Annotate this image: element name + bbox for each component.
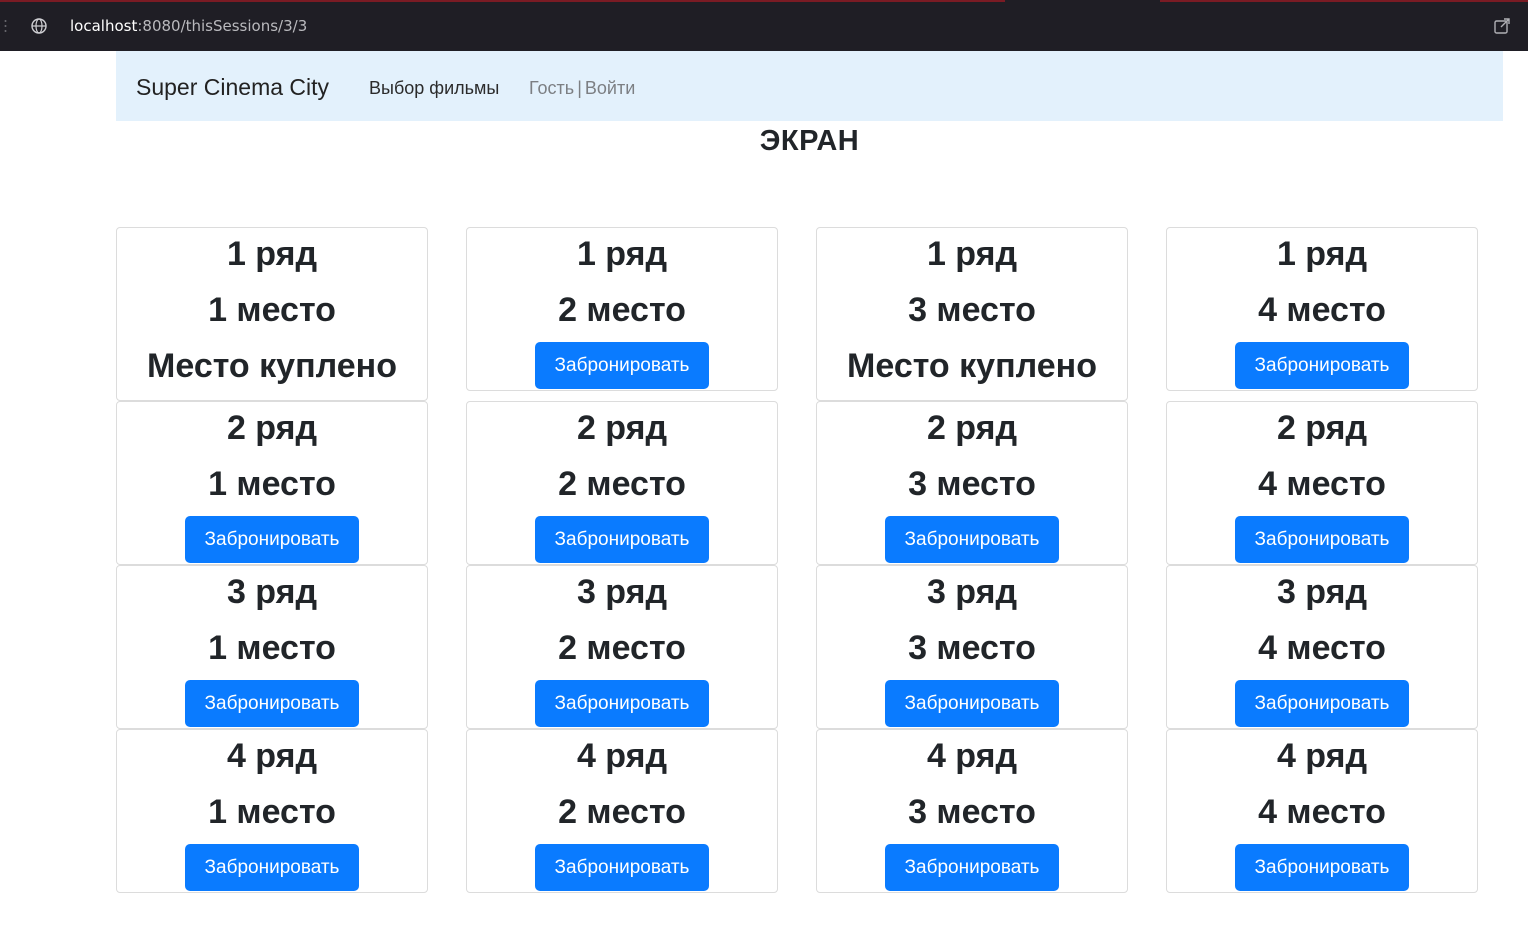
seat-sold-label: Место куплено bbox=[147, 347, 397, 385]
seat-card: 2 ряд 3 место Забронировать bbox=[816, 401, 1128, 565]
book-button[interactable]: Забронировать bbox=[535, 680, 709, 727]
seat-card: 2 ряд 2 место Забронировать bbox=[466, 401, 778, 565]
seat-card: 4 ряд 1 место Забронировать bbox=[116, 729, 428, 893]
seat-card: 3 ряд 1 место Забронировать bbox=[116, 565, 428, 729]
row-label: 1 ряд bbox=[226, 235, 318, 273]
seat-label: 3 место bbox=[908, 291, 1036, 329]
book-button[interactable]: Забронировать bbox=[185, 516, 359, 563]
row-label: 3 ряд bbox=[226, 573, 318, 611]
seat-sold-label: Место куплено bbox=[847, 347, 1097, 385]
seat-card: 1 ряд 3 место Место куплено bbox=[816, 227, 1128, 401]
row-label: 4 ряд bbox=[226, 737, 318, 775]
seat-label: 3 место bbox=[908, 629, 1036, 667]
seat-label: 3 место bbox=[908, 465, 1036, 503]
row-label: 3 ряд bbox=[1276, 573, 1368, 611]
navbar: Super Cinema City Выбор фильмы Гость | Вой… bbox=[116, 51, 1503, 121]
seat-label: 1 место bbox=[208, 291, 336, 329]
row-label: 4 ряд bbox=[576, 737, 668, 775]
tab-accent-line bbox=[0, 0, 1005, 2]
browser-address-bar: localhost:8080/thisSessions/3/3 bbox=[0, 0, 1528, 51]
seat-label: 1 место bbox=[208, 465, 336, 503]
globe-icon[interactable] bbox=[30, 17, 48, 35]
row-label: 1 ряд bbox=[1276, 235, 1368, 273]
address-url[interactable]: localhost:8080/thisSessions/3/3 bbox=[70, 16, 307, 36]
seat-label: 2 место bbox=[558, 465, 686, 503]
seat-label: 4 место bbox=[1258, 793, 1386, 831]
login-link[interactable]: Войти bbox=[585, 78, 635, 98]
row-label: 2 ряд bbox=[226, 409, 318, 447]
book-button[interactable]: Забронировать bbox=[535, 342, 709, 389]
row-label: 4 ряд bbox=[1276, 737, 1368, 775]
row-label: 4 ряд bbox=[926, 737, 1018, 775]
seat-label: 3 место bbox=[908, 793, 1036, 831]
book-button[interactable]: Забронировать bbox=[535, 516, 709, 563]
book-button[interactable]: Забронировать bbox=[885, 680, 1059, 727]
seat-card: 4 ряд 2 место Забронировать bbox=[466, 729, 778, 893]
url-path: :8080/thisSessions/3/3 bbox=[137, 17, 308, 35]
book-button[interactable]: Забронировать bbox=[885, 516, 1059, 563]
seat-label: 2 место bbox=[558, 793, 686, 831]
brand-link[interactable]: Super Cinema City bbox=[136, 73, 329, 101]
book-button[interactable]: Забронировать bbox=[1235, 342, 1409, 389]
drag-handle-icon[interactable] bbox=[4, 17, 7, 35]
row-label: 2 ряд bbox=[576, 409, 668, 447]
book-button[interactable]: Забронировать bbox=[535, 844, 709, 891]
book-button[interactable]: Забронировать bbox=[1235, 680, 1409, 727]
row-label: 1 ряд bbox=[926, 235, 1018, 273]
seat-card: 1 ряд 1 место Место куплено bbox=[116, 227, 428, 401]
seat-card: 3 ряд 4 место Забронировать bbox=[1166, 565, 1478, 729]
seat-label: 4 место bbox=[1258, 629, 1386, 667]
book-button[interactable]: Забронировать bbox=[1235, 516, 1409, 563]
seat-card: 1 ряд 2 место Забронировать bbox=[466, 227, 778, 391]
book-button[interactable]: Забронировать bbox=[185, 680, 359, 727]
book-button[interactable]: Забронировать bbox=[1235, 844, 1409, 891]
book-button[interactable]: Забронировать bbox=[885, 844, 1059, 891]
seat-card: 3 ряд 3 место Забронировать bbox=[816, 565, 1128, 729]
nav-films-link[interactable]: Выбор фильмы bbox=[369, 77, 499, 99]
seat-label: 4 место bbox=[1258, 465, 1386, 503]
row-label: 2 ряд bbox=[926, 409, 1018, 447]
nav-user: Гость | Войти bbox=[529, 77, 635, 99]
seat-card: 2 ряд 4 место Забронировать bbox=[1166, 401, 1478, 565]
seat-card: 4 ряд 3 место Забронировать bbox=[816, 729, 1128, 893]
seat-card: 1 ряд 4 место Забронировать bbox=[1166, 227, 1478, 391]
row-label: 3 ряд bbox=[576, 573, 668, 611]
seat-label: 1 место bbox=[208, 629, 336, 667]
guest-label: Гость bbox=[529, 78, 575, 98]
seat-card: 2 ряд 1 место Забронировать bbox=[116, 401, 428, 565]
seat-label: 1 место bbox=[208, 793, 336, 831]
row-label: 3 ряд bbox=[926, 573, 1018, 611]
nav-separator: | bbox=[577, 78, 582, 98]
seat-label: 2 место bbox=[558, 629, 686, 667]
book-button[interactable]: Забронировать bbox=[185, 844, 359, 891]
screen-label: ЭКРАН bbox=[759, 125, 860, 157]
seat-label: 4 место bbox=[1258, 291, 1386, 329]
row-label: 2 ряд bbox=[1276, 409, 1368, 447]
tab-accent-line bbox=[1160, 0, 1528, 2]
seat-card: 4 ряд 4 место Забронировать bbox=[1166, 729, 1478, 893]
row-label: 1 ряд bbox=[576, 235, 668, 273]
seat-label: 2 место bbox=[558, 291, 686, 329]
url-host: localhost bbox=[70, 17, 138, 35]
share-icon[interactable] bbox=[1493, 17, 1511, 35]
seat-card: 3 ряд 2 место Забронировать bbox=[466, 565, 778, 729]
